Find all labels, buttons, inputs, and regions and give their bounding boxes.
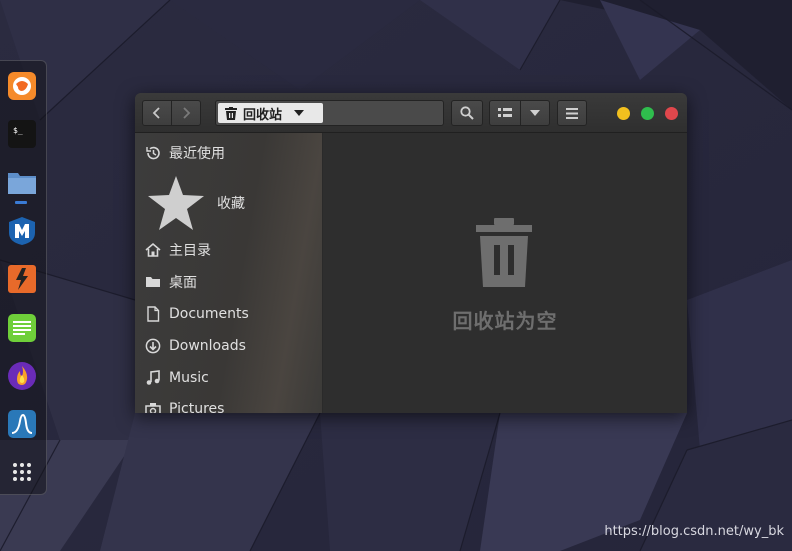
sidebar-item-documents[interactable]: Documents bbox=[145, 304, 249, 324]
back-button[interactable] bbox=[142, 100, 172, 126]
svg-text:$_: $_ bbox=[13, 126, 23, 135]
view-mode-button[interactable] bbox=[489, 100, 521, 126]
sidebar-item-label: 收藏 bbox=[217, 196, 245, 212]
sidebar-item-desktop[interactable]: 桌面 bbox=[145, 272, 197, 292]
search-icon bbox=[460, 106, 474, 120]
burpsuite-icon[interactable] bbox=[7, 264, 37, 294]
terminal-icon[interactable]: $_ bbox=[7, 119, 37, 149]
menu-button[interactable] bbox=[557, 100, 587, 126]
location-label: 回收站 bbox=[243, 107, 283, 123]
app-grid-icon[interactable] bbox=[7, 457, 37, 487]
list-view-icon bbox=[498, 108, 512, 117]
camera-icon bbox=[145, 403, 161, 413]
sidebar-item-recent[interactable]: 最近使用 bbox=[145, 143, 225, 163]
sidebar-item-label: 主目录 bbox=[169, 243, 211, 259]
firefox-icon[interactable] bbox=[7, 71, 37, 101]
headerbar: 回收站 bbox=[135, 93, 687, 133]
text-editor-icon[interactable] bbox=[7, 313, 37, 343]
trash-icon bbox=[476, 218, 532, 287]
sidebar-item-label: Pictures bbox=[169, 401, 225, 413]
search-button[interactable] bbox=[451, 100, 483, 126]
music-icon bbox=[146, 370, 160, 385]
wireshark-icon[interactable] bbox=[7, 409, 37, 439]
empty-trash-message: 回收站为空 bbox=[452, 309, 558, 333]
close-button[interactable] bbox=[665, 107, 678, 120]
sidebar-item-label: Music bbox=[169, 370, 209, 386]
sidebar-item-music[interactable]: Music bbox=[145, 368, 209, 388]
sidebar-item-home[interactable]: 主目录 bbox=[145, 240, 211, 260]
sidebar-item-label: Documents bbox=[169, 306, 249, 322]
file-manager-window: 回收站 最近使用 收藏 主目录 桌面 Documents Downloads M… bbox=[135, 93, 687, 413]
chevron-down-icon bbox=[530, 110, 540, 116]
sidebar-item-downloads[interactable]: Downloads bbox=[145, 336, 246, 356]
sidebar-item-label: Downloads bbox=[169, 338, 246, 354]
minimize-button[interactable] bbox=[617, 107, 630, 120]
hamburger-menu-icon bbox=[566, 107, 578, 119]
path-crumb-trash[interactable]: 回收站 bbox=[218, 103, 323, 123]
star-icon bbox=[148, 176, 204, 230]
sidebar-item-label: 最近使用 bbox=[169, 146, 225, 162]
maximize-button[interactable] bbox=[641, 107, 654, 120]
files-icon[interactable] bbox=[7, 168, 37, 198]
chevron-right-icon bbox=[183, 107, 191, 119]
dock: $_ bbox=[0, 60, 47, 495]
download-icon bbox=[145, 338, 161, 354]
location-bar[interactable]: 回收站 bbox=[215, 100, 444, 126]
home-icon bbox=[145, 242, 161, 257]
fire-icon[interactable] bbox=[7, 361, 37, 391]
sidebar-item-pictures[interactable]: Pictures bbox=[145, 399, 224, 413]
chevron-left-icon bbox=[152, 107, 160, 119]
sidebar-item-starred[interactable]: 收藏 bbox=[147, 173, 245, 233]
folder-icon bbox=[146, 277, 160, 287]
forward-button[interactable] bbox=[171, 100, 201, 126]
clock-icon bbox=[146, 146, 160, 160]
document-icon bbox=[147, 306, 160, 322]
watermark: https://blog.csdn.net/wy_bk bbox=[604, 524, 784, 539]
chevron-down-icon bbox=[294, 110, 305, 116]
file-view[interactable]: 回收站为空 bbox=[323, 133, 687, 413]
sidebar-item-label: 桌面 bbox=[169, 275, 197, 291]
sidebar: 最近使用 收藏 主目录 桌面 Documents Downloads Music bbox=[135, 133, 323, 413]
active-app-indicator bbox=[15, 201, 27, 204]
view-options-button[interactable] bbox=[520, 100, 550, 126]
metasploit-icon[interactable] bbox=[7, 216, 37, 246]
trash-icon bbox=[225, 106, 237, 120]
